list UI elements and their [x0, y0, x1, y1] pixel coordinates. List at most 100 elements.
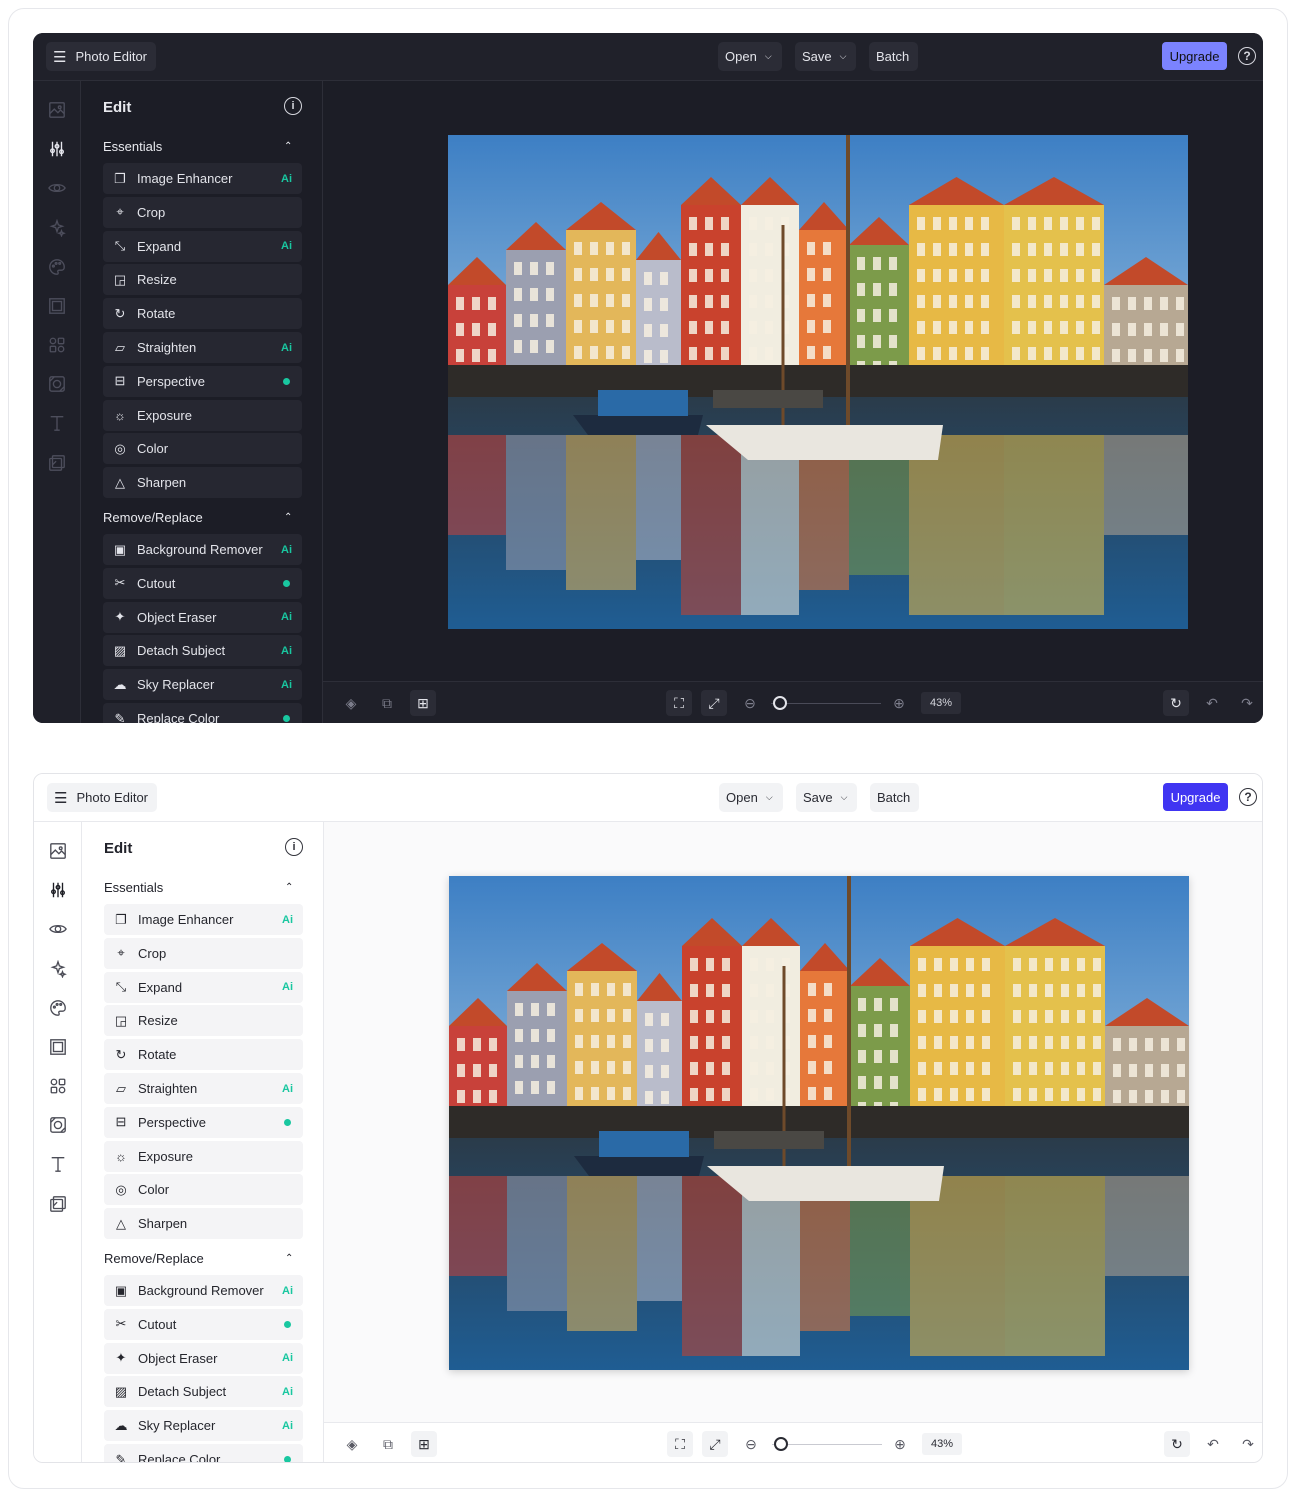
tool-item[interactable]: ◎ Color [104, 1174, 303, 1206]
chevron-up-icon[interactable]: ⌃ [285, 1253, 293, 1264]
help-icon[interactable]: ? [1239, 788, 1257, 806]
tool-item[interactable]: ▣ Background Remover Ai [104, 1275, 303, 1306]
undo-icon[interactable]: ↶ [1199, 690, 1225, 716]
tool-item[interactable]: ⊟ Perspective [103, 365, 302, 397]
tool-item[interactable]: ◲ Resize [103, 264, 302, 296]
tool-item[interactable]: ❐ Image Enhancer Ai [103, 163, 302, 194]
batch-button[interactable]: Batch [869, 42, 918, 71]
section-label[interactable]: Remove/Replace [103, 510, 203, 525]
frame-icon[interactable] [48, 1037, 68, 1057]
tool-item[interactable]: ✦ Object Eraser Ai [103, 601, 302, 633]
palette-icon[interactable] [47, 257, 67, 277]
tool-item[interactable]: ✎ Replace Color [103, 703, 302, 723]
tool-item[interactable]: ⌖ Crop [103, 196, 302, 228]
tool-item[interactable]: ☁ Sky Replacer Ai [104, 1410, 303, 1442]
elements-icon[interactable] [48, 1076, 68, 1096]
overlay-icon[interactable] [47, 453, 67, 473]
frame-icon[interactable] [47, 296, 67, 316]
zoom-slider-handle[interactable] [774, 1437, 788, 1451]
tool-item[interactable]: ☁ Sky Replacer Ai [103, 669, 302, 701]
tool-item[interactable]: ⤡ Expand Ai [104, 971, 303, 1003]
tool-item[interactable]: ↻ Rotate [104, 1039, 303, 1071]
image-icon[interactable] [48, 841, 68, 861]
layers-icon[interactable]: ◈ [339, 1431, 365, 1457]
info-icon[interactable]: i [284, 97, 302, 115]
save-button[interactable]: Save ⌵ [795, 42, 856, 71]
fit-screen-icon[interactable]: ⛶ [666, 690, 692, 716]
sliders-icon[interactable] [47, 139, 67, 159]
zoom-in-icon[interactable]: ⊕ [886, 690, 912, 716]
actual-size-icon[interactable]: ⤢ [702, 1431, 728, 1457]
tool-item[interactable]: ◎ Color [103, 433, 302, 465]
tool-item[interactable]: ⤡ Expand Ai [103, 230, 302, 262]
sparkles-icon[interactable] [48, 959, 68, 979]
open-button[interactable]: Open ⌵ [719, 783, 783, 812]
info-icon[interactable]: i [285, 838, 303, 856]
tool-item[interactable]: ☼ Exposure [103, 399, 302, 431]
overlay-icon[interactable] [48, 1194, 68, 1214]
grid-icon[interactable]: ⊞ [410, 690, 436, 716]
elements-icon[interactable] [47, 335, 67, 355]
texture-icon[interactable] [47, 374, 67, 394]
tool-item[interactable]: ✦ Object Eraser Ai [104, 1342, 303, 1374]
menu-button[interactable]: ☰ Photo Editor [46, 42, 156, 71]
photo-canvas[interactable] [448, 135, 1188, 629]
redo-icon[interactable]: ↷ [1234, 690, 1260, 716]
tool-item[interactable]: ✂ Cutout [103, 567, 302, 599]
chevron-up-icon[interactable]: ⌃ [284, 141, 292, 152]
sliders-icon[interactable] [48, 880, 68, 900]
undo-icon[interactable]: ↶ [1200, 1431, 1226, 1457]
tool-item[interactable]: ▱ Straighten Ai [104, 1073, 303, 1104]
fit-screen-icon[interactable]: ⛶ [667, 1431, 693, 1457]
palette-icon[interactable] [48, 998, 68, 1018]
reset-icon[interactable]: ↻ [1164, 1431, 1190, 1457]
sparkles-icon[interactable] [47, 218, 67, 238]
tool-item[interactable]: ▱ Straighten Ai [103, 332, 302, 363]
layers-icon[interactable]: ◈ [338, 690, 364, 716]
section-label[interactable]: Remove/Replace [104, 1251, 204, 1266]
tool-item[interactable]: △ Sharpen [104, 1208, 303, 1240]
tool-item[interactable]: ⌖ Crop [104, 937, 303, 969]
tool-item[interactable]: ↻ Rotate [103, 298, 302, 330]
zoom-slider-track[interactable] [772, 1444, 882, 1445]
zoom-value[interactable]: 43% [922, 1433, 962, 1455]
zoom-slider-track[interactable] [771, 703, 881, 704]
tool-item[interactable]: ▨ Detach Subject Ai [103, 635, 302, 667]
batch-button[interactable]: Batch [870, 783, 919, 812]
help-icon[interactable]: ? [1238, 47, 1256, 65]
tool-item[interactable]: ▣ Background Remover Ai [103, 534, 302, 565]
grid-icon[interactable]: ⊞ [411, 1431, 437, 1457]
upgrade-button[interactable]: Upgrade [1163, 783, 1228, 811]
texture-icon[interactable] [48, 1115, 68, 1135]
tool-item[interactable]: ✂ Cutout [104, 1308, 303, 1340]
tool-item[interactable]: ⊟ Perspective [104, 1106, 303, 1138]
zoom-out-icon[interactable]: ⊖ [737, 690, 763, 716]
redo-icon[interactable]: ↷ [1235, 1431, 1261, 1457]
zoom-value[interactable]: 43% [921, 692, 961, 714]
section-label[interactable]: Essentials [103, 139, 162, 154]
reset-icon[interactable]: ↻ [1163, 690, 1189, 716]
tool-item[interactable]: ❐ Image Enhancer Ai [104, 904, 303, 935]
menu-button[interactable]: ☰ Photo Editor [47, 783, 157, 812]
chevron-up-icon[interactable]: ⌃ [285, 882, 293, 893]
eye-icon[interactable] [48, 919, 68, 939]
image-icon[interactable] [47, 100, 67, 120]
zoom-in-icon[interactable]: ⊕ [887, 1431, 913, 1457]
photo-canvas[interactable] [449, 876, 1189, 1370]
compare-icon[interactable]: ⧉ [374, 690, 400, 716]
text-icon[interactable] [48, 1154, 68, 1174]
zoom-out-icon[interactable]: ⊖ [738, 1431, 764, 1457]
tool-item[interactable]: ☼ Exposure [104, 1140, 303, 1172]
upgrade-button[interactable]: Upgrade [1162, 42, 1227, 70]
chevron-up-icon[interactable]: ⌃ [284, 512, 292, 523]
zoom-slider-handle[interactable] [773, 696, 787, 710]
open-button[interactable]: Open ⌵ [718, 42, 782, 71]
save-button[interactable]: Save ⌵ [796, 783, 857, 812]
actual-size-icon[interactable]: ⤢ [701, 690, 727, 716]
eye-icon[interactable] [47, 178, 67, 198]
section-label[interactable]: Essentials [104, 880, 163, 895]
text-icon[interactable] [47, 413, 67, 433]
tool-item[interactable]: △ Sharpen [103, 467, 302, 499]
tool-item[interactable]: ✎ Replace Color [104, 1444, 303, 1462]
tool-item[interactable]: ▨ Detach Subject Ai [104, 1376, 303, 1408]
